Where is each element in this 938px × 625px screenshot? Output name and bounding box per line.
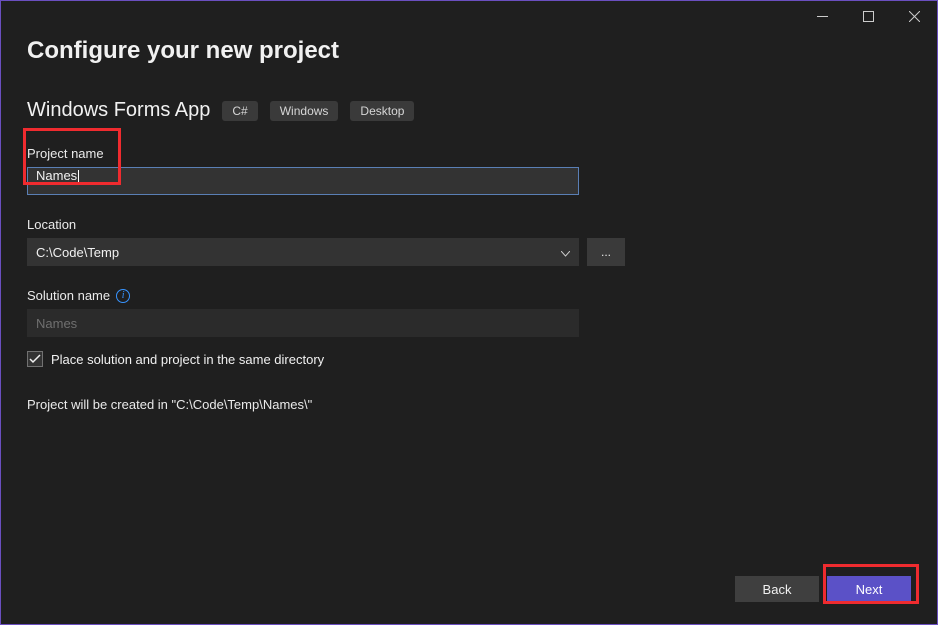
browse-button[interactable]: ...: [587, 238, 625, 266]
creation-path-hint: Project will be created in "C:\Code\Temp…: [27, 397, 911, 412]
tag-csharp: C#: [222, 101, 257, 121]
next-button[interactable]: Next: [827, 576, 911, 602]
template-row: Windows Forms App C# Windows Desktop: [27, 99, 911, 122]
project-name-label: Project name: [27, 146, 911, 161]
footer: Back Next: [735, 576, 911, 602]
solution-name-label: Solution name i: [27, 288, 911, 303]
tag-desktop: Desktop: [350, 101, 414, 121]
project-name-value: Names: [36, 168, 77, 183]
location-label: Location: [27, 217, 911, 232]
same-directory-checkbox[interactable]: [27, 351, 43, 367]
chevron-down-icon: [561, 245, 570, 260]
location-dropdown[interactable]: C:\Code\Temp: [27, 238, 579, 266]
solution-name-placeholder: Names: [36, 316, 77, 331]
location-value: C:\Code\Temp: [36, 245, 119, 260]
tag-windows: Windows: [270, 101, 339, 121]
maximize-button[interactable]: [845, 1, 891, 31]
info-icon[interactable]: i: [116, 289, 130, 303]
back-button[interactable]: Back: [735, 576, 819, 602]
text-caret: [78, 170, 79, 184]
project-name-input[interactable]: Names: [27, 167, 579, 195]
title-bar: [1, 1, 937, 33]
close-button[interactable]: [891, 1, 937, 31]
same-directory-label: Place solution and project in the same d…: [51, 352, 324, 367]
minimize-button[interactable]: [799, 1, 845, 31]
solution-name-input: Names: [27, 309, 579, 337]
solution-name-label-text: Solution name: [27, 288, 110, 303]
template-name: Windows Forms App: [27, 99, 210, 122]
page-title: Configure your new project: [27, 37, 911, 65]
